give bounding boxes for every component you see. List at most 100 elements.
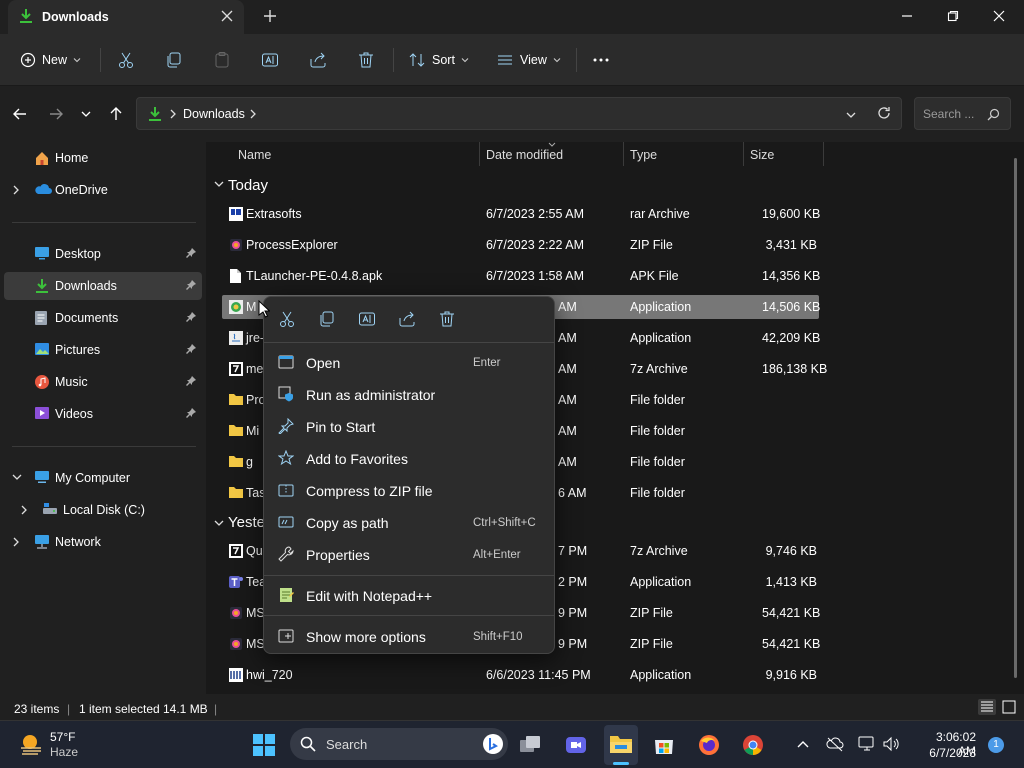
- network-status-icon[interactable]: [858, 735, 876, 753]
- chevron-right-icon[interactable]: [20, 505, 28, 515]
- clock-date[interactable]: 6/7/2023: [916, 746, 976, 760]
- chevron-right-icon[interactable]: [169, 109, 177, 119]
- sidebar-item-videos[interactable]: Videos: [4, 400, 202, 428]
- bing-icon[interactable]: [482, 733, 504, 755]
- details-view-icon[interactable]: [978, 699, 996, 715]
- group-collapse-icon[interactable]: [214, 180, 224, 188]
- column-divider[interactable]: [823, 142, 824, 166]
- delete-icon[interactable]: [438, 310, 456, 328]
- sidebar-item-home[interactable]: Home: [4, 144, 202, 172]
- maximize-button[interactable]: [930, 0, 976, 32]
- forward-arrow-icon[interactable]: [48, 106, 64, 122]
- column-header-name[interactable]: Name: [238, 148, 271, 162]
- search-box[interactable]: Search ...: [914, 97, 1011, 130]
- volume-icon[interactable]: [882, 735, 900, 753]
- file-row[interactable]: hwi_720 6/6/2023 11:45 PM Application 9,…: [222, 663, 819, 687]
- minimize-button[interactable]: [884, 0, 930, 32]
- column-header-date[interactable]: Date modified: [486, 148, 563, 162]
- view-button[interactable]: View: [496, 48, 561, 72]
- tab-downloads[interactable]: Downloads: [8, 0, 244, 34]
- paste-button[interactable]: [213, 48, 231, 72]
- address-history-icon[interactable]: [845, 109, 857, 121]
- firefox-icon[interactable]: [697, 733, 721, 757]
- menu-item-copy-as-path[interactable]: Copy as path Ctrl+Shift+C: [270, 508, 548, 538]
- weather-condition: Haze: [50, 745, 79, 759]
- chrome-icon[interactable]: [741, 733, 765, 757]
- file-explorer-taskbar-button[interactable]: [604, 725, 638, 765]
- file-type: ZIP File: [630, 238, 673, 252]
- group-header-yesterday[interactable]: Yeste: [228, 514, 265, 531]
- new-button[interactable]: New: [20, 48, 81, 72]
- group-collapse-icon[interactable]: [214, 519, 224, 527]
- breadcrumb-downloads[interactable]: Downloads: [183, 107, 245, 121]
- group-header-today[interactable]: Today: [228, 177, 268, 194]
- weather-temperature[interactable]: 57°F: [50, 730, 75, 744]
- chevron-right-icon[interactable]: [249, 109, 257, 119]
- sidebar-item-desktop[interactable]: Desktop: [4, 240, 202, 268]
- up-arrow-icon[interactable]: [108, 106, 124, 122]
- menu-item-add-to-favorites[interactable]: Add to Favorites: [270, 444, 548, 474]
- cut-icon[interactable]: [278, 310, 296, 328]
- file-row[interactable]: ProcessExplorer 6/7/2023 2:22 AM ZIP Fil…: [222, 233, 819, 257]
- sidebar-item-network[interactable]: Network: [4, 528, 202, 556]
- sidebar-item-documents[interactable]: Documents: [4, 304, 202, 332]
- file-row[interactable]: TLauncher-PE-0.4.8.apk 6/7/2023 1:58 AM …: [222, 264, 820, 288]
- column-divider[interactable]: [479, 142, 480, 166]
- menu-item-show-more-options[interactable]: Show more options Shift+F10: [270, 622, 548, 652]
- share-icon[interactable]: [398, 310, 416, 328]
- sidebar-item-downloads[interactable]: Downloads: [4, 272, 202, 300]
- rename-button[interactable]: [261, 48, 279, 72]
- delete-button[interactable]: [357, 48, 375, 72]
- vertical-scrollbar[interactable]: [1014, 158, 1017, 678]
- menu-item-label: Properties: [306, 547, 370, 563]
- menu-item-run-as-admin[interactable]: Run as administrator: [270, 380, 548, 410]
- refresh-icon[interactable]: [877, 106, 891, 120]
- share-button[interactable]: [309, 48, 327, 72]
- chevron-right-icon[interactable]: [12, 185, 20, 195]
- tiles-view-icon[interactable]: [1002, 700, 1016, 714]
- menu-item-compress-zip[interactable]: Compress to ZIP file: [270, 476, 548, 506]
- column-divider[interactable]: [623, 142, 624, 166]
- sidebar-item-pictures[interactable]: Pictures: [4, 336, 202, 364]
- show-hidden-icons-icon[interactable]: [796, 738, 810, 750]
- menu-item-properties[interactable]: Properties Alt+Enter: [270, 540, 548, 570]
- menu-item-open[interactable]: Open Enter: [270, 348, 548, 378]
- sidebar-item-my-computer[interactable]: My Computer: [4, 464, 202, 492]
- menu-item-pin-to-start[interactable]: Pin to Start: [270, 412, 548, 442]
- notification-badge[interactable]: 1: [988, 737, 1004, 753]
- chevron-down-icon[interactable]: [12, 473, 22, 481]
- onedrive-offline-icon[interactable]: [826, 736, 844, 752]
- taskbar-search-box[interactable]: Search: [290, 728, 508, 760]
- file-type: File folder: [630, 486, 685, 500]
- file-name: jre-: [246, 331, 265, 345]
- copy-button[interactable]: [165, 48, 183, 72]
- back-arrow-icon[interactable]: [12, 106, 28, 122]
- microsoft-store-icon[interactable]: [652, 733, 676, 757]
- recent-locations-icon[interactable]: [80, 108, 92, 120]
- copy-icon[interactable]: [318, 310, 336, 328]
- sidebar-item-music[interactable]: Music: [4, 368, 202, 396]
- close-window-button[interactable]: [976, 0, 1022, 32]
- windows-start-icon[interactable]: [252, 733, 276, 757]
- video-call-app-icon[interactable]: [564, 733, 588, 757]
- folder-icon: [228, 485, 244, 499]
- chevron-right-icon[interactable]: [12, 537, 20, 547]
- close-tab-icon[interactable]: [220, 9, 234, 23]
- task-view-icon[interactable]: [518, 733, 542, 757]
- new-tab-icon[interactable]: [262, 8, 278, 24]
- sidebar-item-onedrive[interactable]: OneDrive: [4, 176, 202, 204]
- music-icon: [34, 374, 50, 390]
- file-row[interactable]: Extrasofts 6/7/2023 2:55 AM rar Archive …: [222, 202, 820, 226]
- column-divider[interactable]: [743, 142, 744, 166]
- weather-icon[interactable]: [18, 731, 44, 757]
- downloads-icon: [147, 106, 163, 122]
- sort-button[interactable]: Sort: [408, 48, 469, 72]
- column-header-type[interactable]: Type: [630, 148, 657, 162]
- sidebar-item-local-disk[interactable]: Local Disk (C:): [4, 496, 202, 524]
- menu-item-edit-notepadpp[interactable]: Edit with Notepad++: [270, 581, 548, 611]
- column-header-size[interactable]: Size: [750, 148, 774, 162]
- rename-icon[interactable]: [358, 310, 376, 328]
- see-more-button[interactable]: [592, 48, 610, 72]
- address-bar[interactable]: Downloads: [136, 97, 902, 130]
- cut-button[interactable]: [117, 48, 135, 72]
